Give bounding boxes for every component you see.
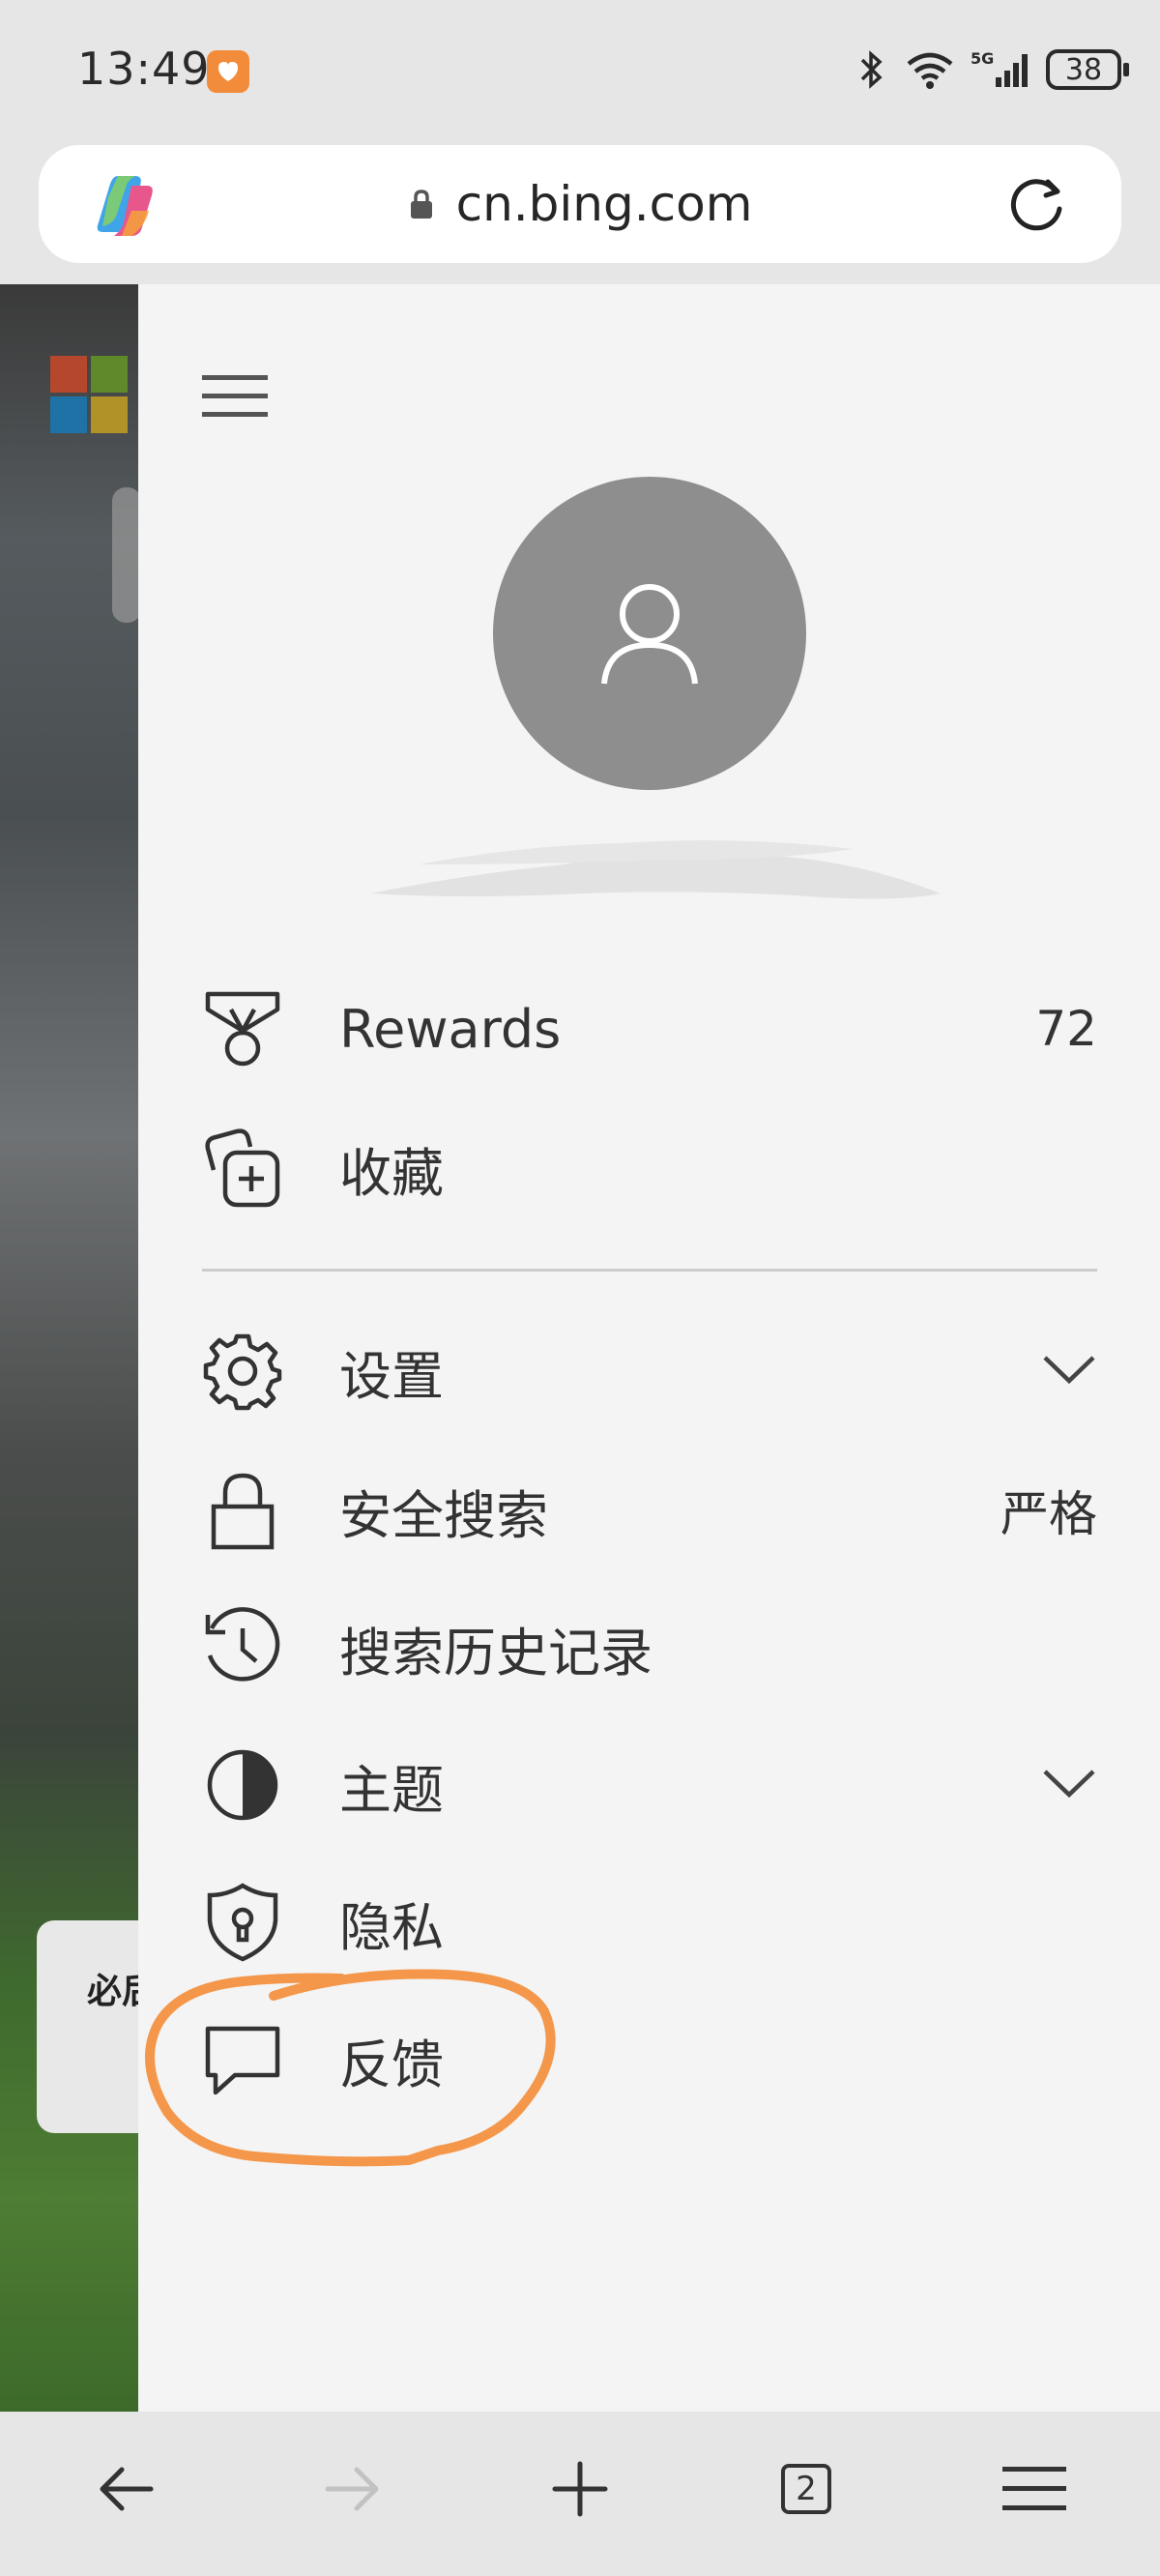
- menu-item-rewards[interactable]: Rewards 72: [202, 981, 1097, 1077]
- user-name-redacted: [370, 840, 941, 899]
- chevron-down-icon[interactable]: [1041, 1766, 1097, 1800]
- avatar[interactable]: [493, 477, 806, 790]
- battery-indicator: 38: [1046, 49, 1129, 90]
- tabs-icon: 2: [781, 2464, 831, 2514]
- menu-item-safesearch[interactable]: 安全搜索 严格: [202, 1462, 1097, 1559]
- tabs-button[interactable]: 2: [758, 2441, 855, 2537]
- safesearch-value: 严格: [1000, 1486, 1097, 1542]
- bottom-navigation: 2: [0, 2412, 1160, 2576]
- medal-icon: [202, 988, 283, 1069]
- menu-item-theme[interactable]: 主题: [202, 1737, 1097, 1833]
- menu-label: Rewards: [339, 998, 562, 1060]
- menu-divider: [202, 1269, 1097, 1272]
- new-tab-button[interactable]: [532, 2441, 628, 2537]
- forward-arrow-icon: [325, 2467, 379, 2511]
- search-box-edge: [112, 487, 138, 623]
- menu-label: 主题: [339, 1759, 444, 1821]
- wifi-icon: [907, 52, 953, 89]
- plus-icon: [552, 2461, 608, 2517]
- lock-icon: [410, 190, 432, 219]
- person-icon: [601, 584, 698, 685]
- forward-button[interactable]: [304, 2441, 401, 2537]
- status-bar: 13:49 5G 38: [0, 0, 1160, 141]
- status-icons: 5G 38: [855, 43, 1129, 97]
- url-text[interactable]: cn.bing.com: [456, 176, 753, 232]
- add-collection-icon: [202, 1127, 283, 1209]
- chevron-down-icon[interactable]: [1041, 1352, 1097, 1387]
- padlock-icon: [202, 1470, 283, 1551]
- back-button[interactable]: [77, 2441, 174, 2537]
- menu-item-privacy[interactable]: 隐私: [202, 1874, 1097, 1971]
- reload-icon[interactable]: [1007, 174, 1067, 234]
- svg-text:5G: 5G: [971, 49, 994, 68]
- hamburger-icon[interactable]: [202, 373, 268, 420]
- menu-button[interactable]: [986, 2441, 1083, 2537]
- shield-icon: [202, 1882, 283, 1963]
- signal-5g-icon: 5G: [971, 49, 1028, 87]
- bluetooth-icon: [860, 50, 883, 89]
- feedback-highlight-annotation: [145, 1969, 556, 2167]
- theme-icon: [202, 1744, 283, 1826]
- menu-label: 搜索历史记录: [339, 1622, 652, 1683]
- rewards-points: 72: [1035, 1001, 1097, 1057]
- menu-label: 设置: [339, 1345, 444, 1407]
- notification-app-icon: [207, 50, 249, 93]
- back-arrow-icon: [100, 2467, 154, 2511]
- status-time: 13:49: [77, 43, 211, 95]
- gear-icon: [202, 1331, 283, 1412]
- menu-label: 隐私: [339, 1896, 444, 1958]
- microsoft-logo: [50, 356, 128, 433]
- menu-label: 收藏: [339, 1142, 444, 1204]
- address-bar[interactable]: cn.bing.com: [39, 145, 1121, 263]
- menu-item-settings[interactable]: 设置: [202, 1323, 1097, 1420]
- menu-label: 安全搜索: [339, 1484, 548, 1546]
- side-drawer: Rewards 72 收藏 设置 安全搜索 严格 搜索历史记录 主题 隐私 反馈: [138, 284, 1160, 2412]
- menu-item-history[interactable]: 搜索历史记录: [202, 1599, 1097, 1696]
- history-icon: [202, 1607, 283, 1688]
- menu-item-favorites[interactable]: 收藏: [202, 1120, 1097, 1216]
- menu-icon: [1002, 2467, 1066, 2510]
